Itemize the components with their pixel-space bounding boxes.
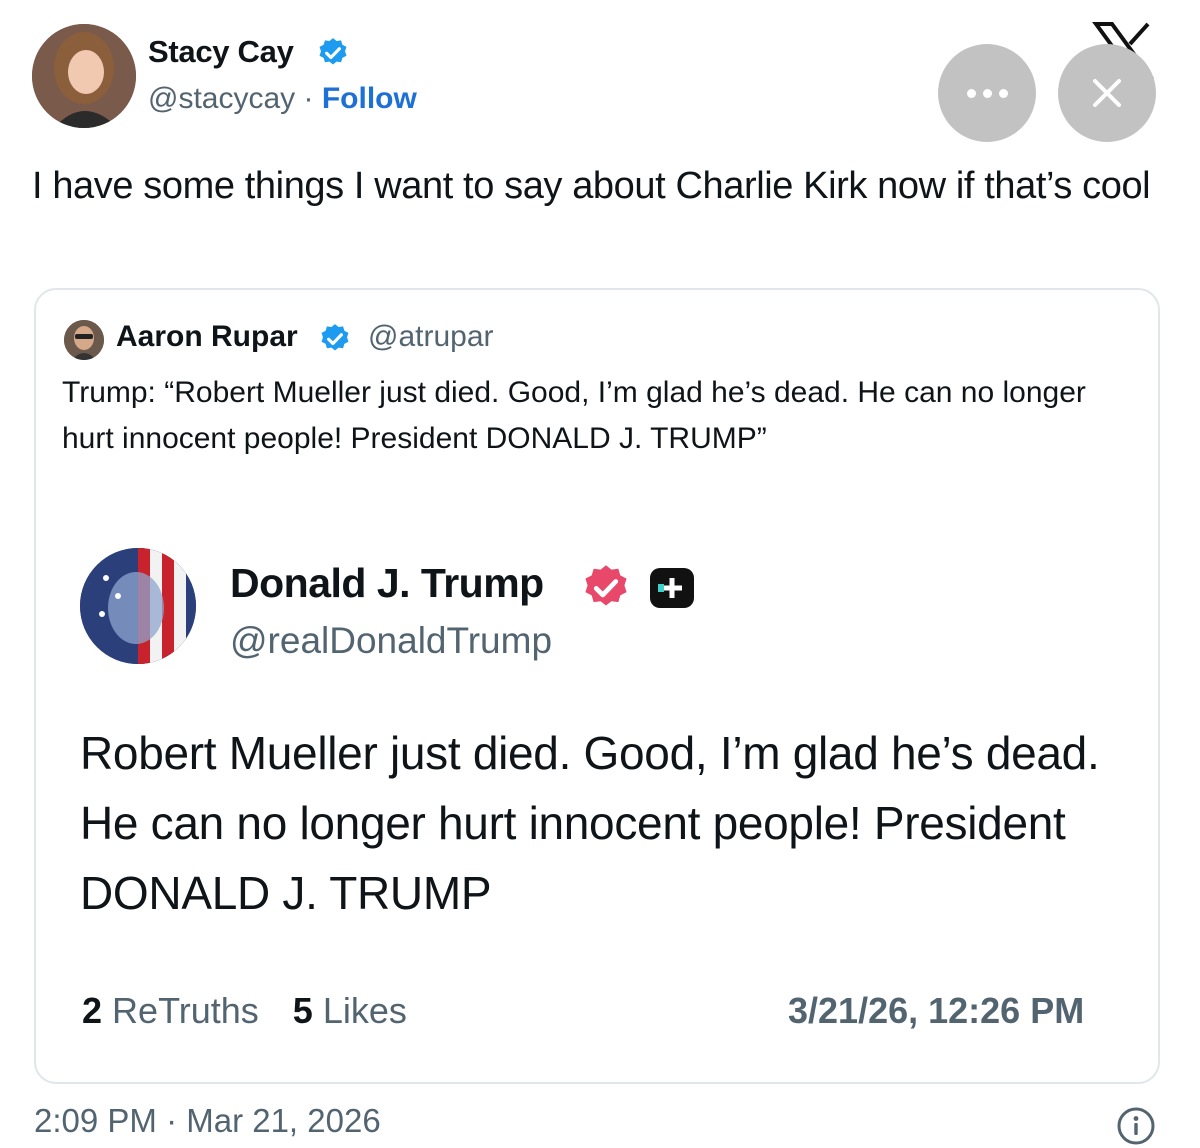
author-avatar[interactable] <box>32 24 136 128</box>
tweet-text: I have some things I want to say about C… <box>32 165 1151 207</box>
handle-separator: · <box>295 82 322 115</box>
retruths-count: 2 <box>82 990 103 1031</box>
quote-author-name: Aaron Rupar <box>116 320 298 353</box>
author-handle-line: @stacycay · Follow <box>148 82 417 116</box>
quote-author-handle: @atrupar <box>368 320 494 353</box>
truth-post-date: 3/21/26, 12:26 PM <box>788 990 1085 1031</box>
verified-badge-icon <box>319 38 347 65</box>
author-name[interactable]: Stacy Cay <box>148 34 294 70</box>
close-icon <box>1093 79 1121 107</box>
author-handle[interactable]: @stacycay <box>148 82 295 115</box>
quote-author-avatar <box>64 320 104 360</box>
close-button[interactable] <box>1058 44 1156 142</box>
info-icon[interactable] <box>1116 1106 1156 1146</box>
tweet-timestamp[interactable]: 2:09 PM · Mar 21, 2026 <box>34 1102 381 1140</box>
retruths-label: ReTruths <box>112 990 259 1031</box>
truth-post-stats: 2 ReTruths 5 Likes <box>82 990 407 1032</box>
quote-text: Trump: “Robert Mueller just died. Good, … <box>62 376 1086 455</box>
likes-count: 5 <box>292 990 313 1031</box>
verified-badge-icon <box>321 324 349 351</box>
truth-author-handle: @realDonaldTrump <box>230 620 553 661</box>
likes-label: Likes <box>322 990 407 1031</box>
truth-post-text: Robert Mueller just died. Good, I’m glad… <box>80 727 1100 919</box>
more-button[interactable] <box>938 44 1036 142</box>
truth-verified-badge-icon <box>585 565 627 606</box>
truth-plus-icon <box>650 568 694 608</box>
more-icon <box>966 88 976 98</box>
truth-author-avatar <box>80 548 196 664</box>
truth-author-name: Donald J. Trump <box>230 560 544 606</box>
follow-button[interactable]: Follow <box>322 82 417 115</box>
